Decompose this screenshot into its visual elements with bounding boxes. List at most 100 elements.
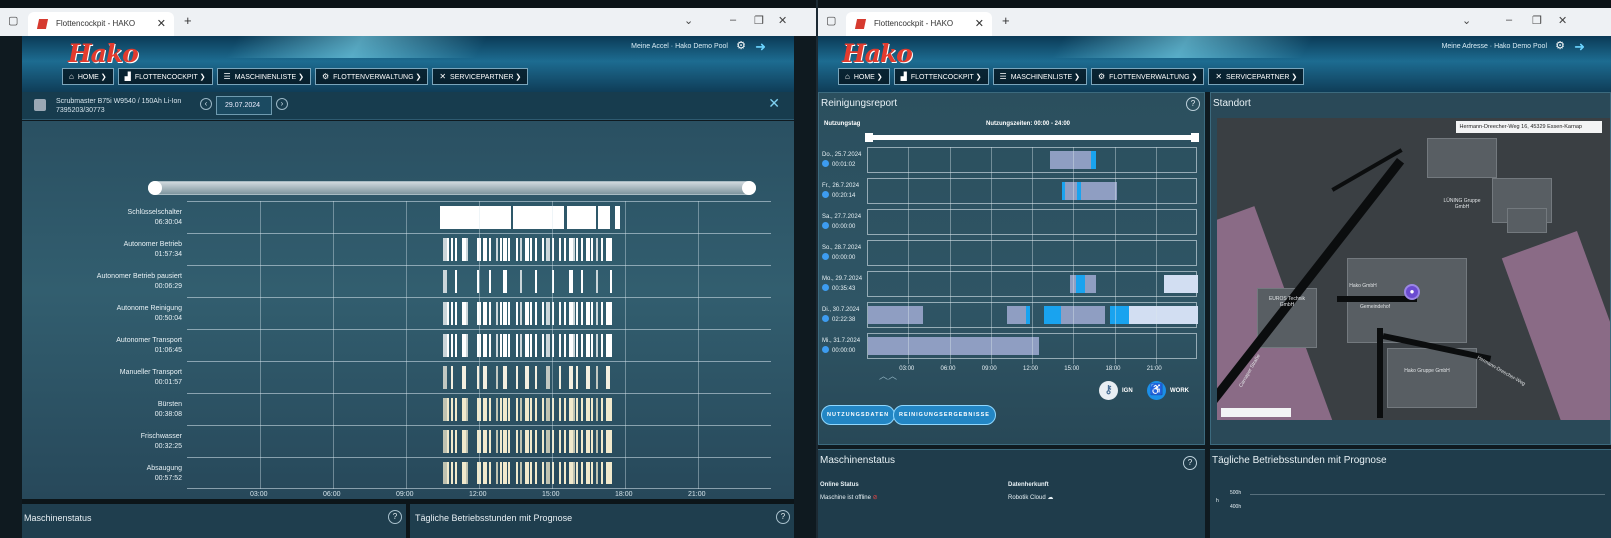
timeline-segment[interactable] — [520, 462, 523, 484]
timeline-segment[interactable] — [482, 366, 487, 389]
hako-logo[interactable]: Hako — [68, 39, 139, 68]
timeline-segment[interactable] — [454, 462, 457, 484]
timeline-segment[interactable] — [581, 462, 584, 484]
tab-close-icon[interactable]: ✕ — [975, 17, 984, 30]
timeline-segment[interactable] — [590, 238, 593, 261]
timeline-segment[interactable] — [499, 430, 502, 453]
timeline-segment[interactable] — [440, 206, 511, 229]
ignition-segment[interactable] — [868, 337, 1039, 355]
timeline-segment[interactable] — [465, 398, 468, 421]
timeline-segment[interactable] — [499, 462, 502, 484]
timeline-segment[interactable] — [525, 398, 530, 421]
timeline-segment[interactable] — [576, 366, 579, 389]
nav-servicepartner[interactable]: ✕ SERVICEPARTNER ❯ — [432, 68, 529, 85]
timeline-segment[interactable] — [447, 302, 450, 325]
timeline-segment[interactable] — [545, 398, 550, 421]
timeline-segment[interactable] — [496, 462, 499, 484]
timeline-segment[interactable] — [525, 302, 530, 325]
help-icon[interactable]: ? — [1183, 456, 1197, 470]
timeline-segment[interactable] — [488, 430, 491, 453]
browser-tab[interactable]: Flottencockpit - HAKO ✕ — [846, 12, 992, 36]
timeline-segment[interactable] — [600, 238, 603, 261]
work-segment[interactable] — [1090, 151, 1097, 169]
timeline-segment[interactable] — [542, 238, 545, 261]
settings-gear-icon[interactable]: ⚙ — [736, 39, 746, 52]
timeline-segment[interactable] — [564, 398, 567, 421]
close-window-button[interactable]: ✕ — [778, 14, 787, 27]
timeline-segment[interactable] — [595, 238, 598, 261]
timeline-segment[interactable] — [442, 430, 447, 453]
timeline-segment[interactable] — [503, 270, 508, 293]
map-address-box[interactable]: Hermann-Dreecher-Weg 16, 45329 Essen-Kar… — [1455, 121, 1602, 133]
timeline-segment[interactable] — [595, 430, 598, 453]
timeline-segment[interactable] — [515, 462, 518, 484]
timeline-segment[interactable] — [600, 430, 603, 453]
timeline-segment[interactable] — [442, 462, 447, 484]
timeline-segment[interactable] — [576, 334, 579, 357]
timeline-segment[interactable] — [508, 398, 511, 421]
timeline-segment[interactable] — [499, 398, 502, 421]
timeline-segment[interactable] — [515, 334, 518, 357]
timeline-segment[interactable] — [503, 238, 508, 261]
timeline-segment[interactable] — [559, 334, 562, 357]
nav-flottencockpit[interactable]: ▟ FLOTTENCOCKPIT ❯ — [893, 68, 989, 85]
timeline-segment[interactable] — [496, 302, 499, 325]
timeline-segment[interactable] — [530, 398, 533, 421]
logout-arrow-icon[interactable]: ➜ — [1574, 39, 1585, 55]
timeline-segment[interactable] — [515, 238, 518, 261]
timeline-segment[interactable] — [451, 302, 454, 325]
timeline-segment[interactable] — [488, 462, 491, 484]
timeline-segment[interactable] — [454, 302, 457, 325]
timeline-segment[interactable] — [581, 270, 584, 293]
timeline-segment[interactable] — [545, 334, 550, 357]
timeline-segment[interactable] — [451, 430, 454, 453]
timeline-segment[interactable] — [534, 430, 537, 453]
timeline-segment[interactable] — [515, 302, 518, 325]
tab-actions-icon[interactable]: ▢ — [826, 14, 836, 27]
timeline-segment[interactable] — [559, 462, 562, 484]
timeline-segment[interactable] — [488, 334, 491, 357]
timeline-segment[interactable] — [564, 430, 567, 453]
timeline-segment[interactable] — [576, 302, 579, 325]
help-icon[interactable]: ? — [1186, 97, 1200, 111]
timeline-segment[interactable] — [520, 430, 523, 453]
timeline-segment[interactable] — [465, 238, 468, 261]
timeline-segment[interactable] — [564, 462, 567, 484]
timeline-segment[interactable] — [442, 334, 447, 357]
timeline-segment[interactable] — [454, 334, 457, 357]
timeline-segment[interactable] — [520, 270, 523, 293]
timeline-segment[interactable] — [564, 238, 567, 261]
tab-close-icon[interactable]: ✕ — [157, 17, 166, 30]
nav-home[interactable]: ⌂ HOME ❯ — [62, 68, 114, 85]
timeline-segment[interactable] — [442, 302, 447, 325]
timeline-segment[interactable] — [610, 398, 613, 421]
timeline-segment[interactable] — [600, 462, 603, 484]
ignition-segment[interactable] — [1163, 275, 1198, 293]
timeline-segment[interactable] — [590, 430, 593, 453]
usage-time-slider[interactable] — [865, 133, 1199, 142]
timeline-segment[interactable] — [508, 302, 511, 325]
ignition-segment[interactable] — [1006, 306, 1027, 324]
tab-actions-icon[interactable]: ▢ — [8, 14, 18, 27]
timeline-segment[interactable] — [534, 462, 537, 484]
timeline-segment[interactable] — [454, 238, 457, 261]
timeline-segment[interactable] — [559, 366, 562, 389]
timeline-segment[interactable] — [499, 302, 502, 325]
nav-flottenverwaltung[interactable]: ⚙ FLOTTENVERWALTUNG ❯ — [1090, 68, 1205, 85]
timeline-segment[interactable] — [454, 270, 457, 293]
timeline-segment[interactable] — [482, 398, 487, 421]
timeline-segment[interactable] — [572, 238, 575, 261]
slider-end-handle[interactable] — [1191, 133, 1199, 142]
new-tab-button[interactable]: + — [184, 13, 192, 28]
timeline-segment[interactable] — [520, 398, 523, 421]
work-segment[interactable] — [1075, 275, 1086, 293]
timeline-segment[interactable] — [496, 238, 499, 261]
timeline-segment[interactable] — [605, 398, 610, 421]
timeline-segment[interactable] — [503, 302, 508, 325]
timeline-segment[interactable] — [525, 430, 530, 453]
hako-logo[interactable]: Hako — [842, 39, 913, 68]
timeline-segment[interactable] — [496, 366, 499, 389]
timeline-segment[interactable] — [503, 334, 508, 357]
timeline-segment[interactable] — [451, 238, 454, 261]
time-range-slider[interactable] — [148, 181, 756, 195]
